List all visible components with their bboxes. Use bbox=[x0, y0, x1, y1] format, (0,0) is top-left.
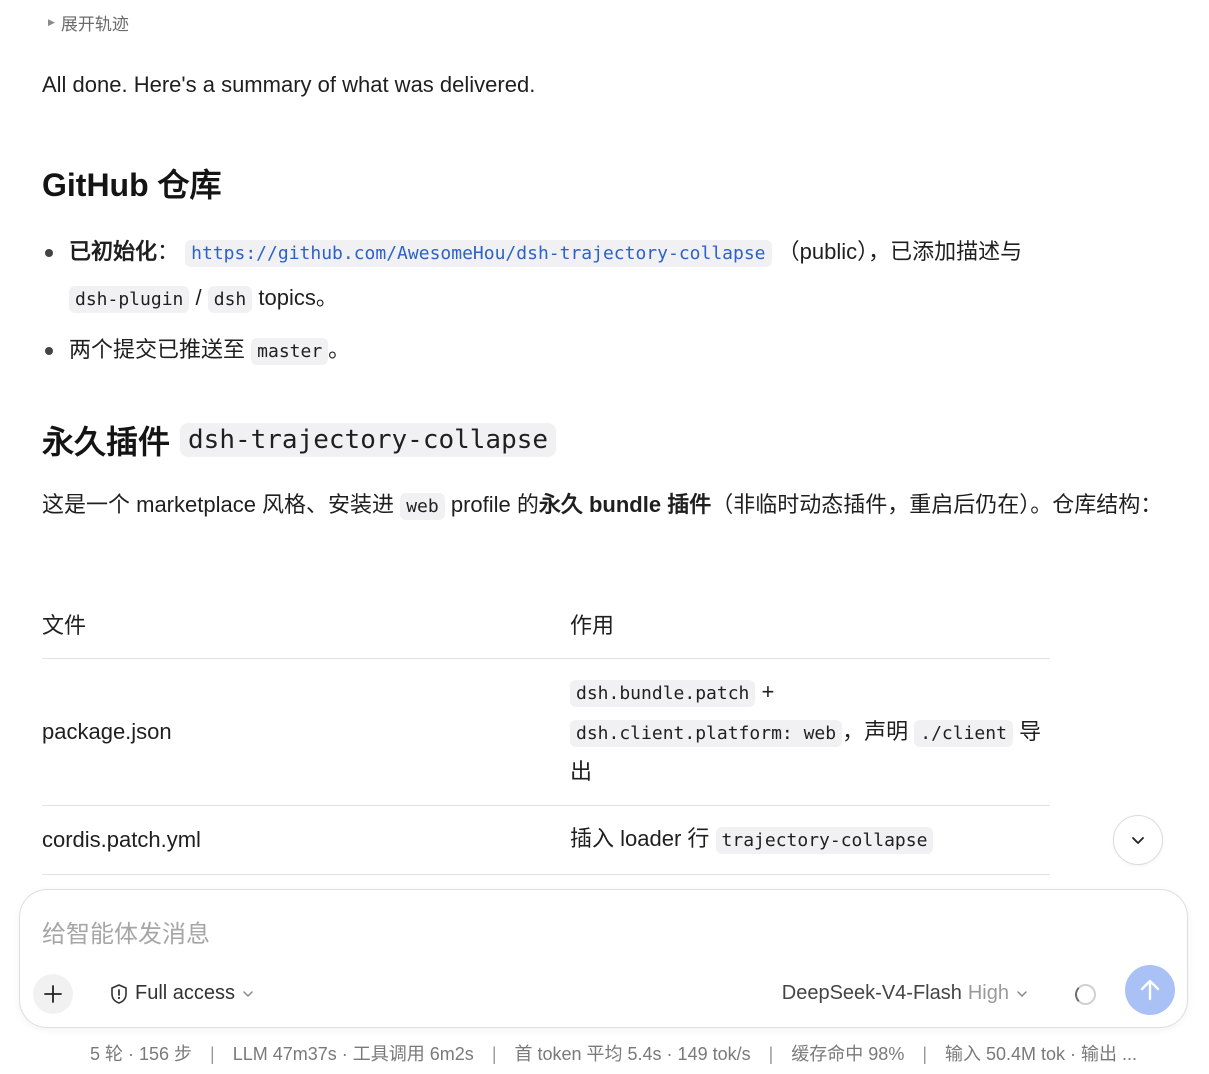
topic-code: dsh bbox=[207, 286, 253, 313]
period-text: 。 bbox=[328, 337, 351, 362]
rounds-stat: 5 轮 · 156 步 bbox=[90, 1044, 193, 1064]
add-attachment-button[interactable] bbox=[33, 974, 73, 1014]
cell-code: ./client bbox=[914, 720, 1013, 747]
cell-code: dsh.bundle.patch bbox=[570, 680, 756, 707]
summary-text: All done. Here's a summary of what was d… bbox=[42, 72, 536, 97]
desc-text: （非临时动态插件，重启后仍在）。仓库结构： bbox=[711, 492, 1163, 517]
shield-icon bbox=[111, 983, 127, 1004]
slash-text: / bbox=[195, 285, 202, 310]
chevron-down-icon bbox=[243, 990, 253, 997]
public-text: （public），已添加描述与 bbox=[777, 239, 1023, 264]
table-row: package.json dsh.bundle.patch + dsh.clie… bbox=[42, 658, 1050, 806]
separator: | bbox=[210, 1044, 215, 1064]
list-item: 已初始化： https://github.com/AwesomeHou/dsh-… bbox=[42, 230, 1152, 322]
cache-hit-stat: 缓存命中 98% bbox=[791, 1044, 905, 1064]
plus-text: + bbox=[761, 679, 775, 704]
reasoning-level: High bbox=[967, 982, 1009, 1004]
arrow-up-icon bbox=[1140, 979, 1160, 1001]
file-cell: cordis.patch.yml bbox=[42, 805, 570, 875]
colon-text: ： bbox=[157, 239, 180, 264]
table-header-row: 文件 作用 bbox=[42, 598, 1050, 659]
message-input[interactable]: 给智能体发消息 bbox=[42, 914, 210, 949]
plus-icon bbox=[44, 985, 62, 1003]
desc-bold: 永久 bundle 插件 bbox=[538, 492, 712, 517]
section-heading-github: GitHub 仓库 bbox=[42, 167, 222, 203]
cell-code: trajectory-collapse bbox=[715, 827, 934, 854]
list-item: 两个提交已推送至 master。 bbox=[42, 328, 1152, 374]
caret-right-icon: ▶ bbox=[48, 17, 55, 27]
branch-code: master bbox=[251, 338, 329, 365]
commits-pushed-text: 两个提交已推送至 bbox=[69, 337, 246, 362]
file-cell: package.json bbox=[42, 658, 570, 806]
expand-trajectory-label: 展开轨迹 bbox=[60, 15, 129, 34]
message-composer: 给智能体发消息 Full access DeepSeek-V4-Flash Hi… bbox=[19, 889, 1188, 1028]
desc-text: profile 的 bbox=[450, 492, 539, 517]
chevron-down-icon bbox=[1132, 837, 1144, 844]
plugin-heading-text: 永久插件 bbox=[42, 424, 171, 460]
token-io-stat: 输入 50.4M tok · 输出 ... bbox=[945, 1044, 1138, 1064]
plugin-description: 这是一个 marketplace 风格、安装进 web profile 的永久 … bbox=[42, 484, 1172, 528]
initialized-label: 已初始化 bbox=[69, 239, 158, 264]
topic-code: dsh-plugin bbox=[69, 286, 190, 313]
cell-text: 插入 loader 行 bbox=[570, 826, 710, 851]
repo-structure-table: 文件 作用 package.json dsh.bundle.patch + ds… bbox=[42, 598, 1050, 875]
desc-text: 这是一个 marketplace 风格、安装进 bbox=[42, 492, 395, 517]
purpose-cell: dsh.bundle.patch + dsh.client.platform: … bbox=[570, 658, 1050, 806]
access-label: Full access bbox=[135, 982, 236, 1004]
web-code: web bbox=[400, 493, 445, 520]
purpose-cell: 插入 loader 行 trajectory-collapse bbox=[570, 805, 1050, 875]
llm-time-stat: LLM 47m37s · 工具调用 6m2s bbox=[232, 1044, 474, 1064]
first-token-stat: 首 token 平均 5.4s · 149 tok/s bbox=[514, 1044, 751, 1064]
access-selector[interactable]: Full access bbox=[109, 982, 255, 1005]
plugin-heading-code: dsh-trajectory-collapse bbox=[180, 423, 557, 457]
loading-spinner-icon bbox=[1075, 984, 1096, 1005]
column-header-purpose: 作用 bbox=[570, 598, 1050, 659]
cell-text: ，声明 bbox=[842, 719, 909, 744]
model-selector[interactable]: DeepSeek-V4-Flash High bbox=[782, 982, 1029, 1005]
session-stats-bar: 5 轮 · 156 步 | LLM 47m37s · 工具调用 6m2s | 首 tok… bbox=[90, 1040, 1137, 1066]
model-name: DeepSeek-V4-Flash bbox=[781, 982, 962, 1004]
chevron-down-icon bbox=[1017, 990, 1027, 997]
topics-text: topics。 bbox=[258, 285, 338, 310]
cell-code: dsh.client.platform: web bbox=[570, 720, 843, 747]
expand-trajectory-toggle[interactable]: ▶ 展开轨迹 bbox=[48, 10, 129, 35]
column-header-file: 文件 bbox=[42, 598, 570, 659]
github-bullet-list: 已初始化： https://github.com/AwesomeHou/dsh-… bbox=[42, 230, 1152, 374]
repo-url-link[interactable]: https://github.com/AwesomeHou/dsh-trajec… bbox=[185, 240, 772, 267]
scroll-to-bottom-button[interactable] bbox=[1113, 815, 1163, 865]
separator: | bbox=[922, 1044, 928, 1064]
separator: | bbox=[768, 1044, 774, 1064]
separator: | bbox=[491, 1044, 497, 1064]
section-heading-plugin: 永久插件 dsh-trajectory-collapse bbox=[42, 417, 557, 463]
send-button[interactable] bbox=[1125, 965, 1175, 1015]
table-row: cordis.patch.yml 插入 loader 行 trajectory-… bbox=[42, 805, 1050, 875]
